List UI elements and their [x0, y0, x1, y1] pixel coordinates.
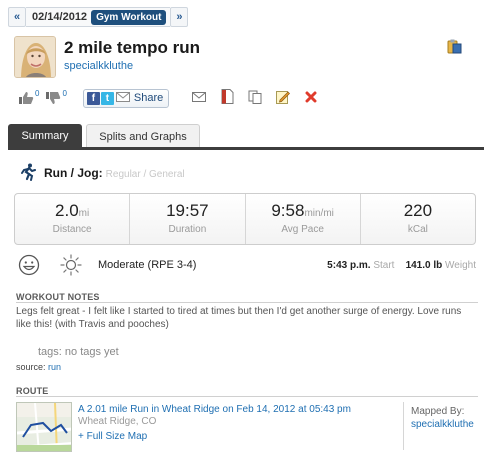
mail-icon [115, 91, 130, 105]
weight-label: Weight [445, 260, 476, 271]
share-button[interactable]: f t Share [82, 88, 170, 108]
share-label: Share [133, 92, 164, 104]
source-label: source: [16, 362, 46, 372]
thumbs-up-icon [18, 91, 34, 105]
mapped-by-label: Mapped By: [411, 406, 465, 417]
stats-panel: 2.0mi Distance 19:57 Duration 9:58min/mi… [14, 193, 476, 245]
copy-button[interactable] [247, 90, 263, 106]
route-link[interactable]: A 2.01 mile Run in Wheat Ridge on Feb 14… [78, 404, 351, 415]
stat-label: Duration [168, 224, 207, 235]
dislike-button[interactable]: 0 [45, 89, 67, 105]
workout-notes-text: Legs felt great - I felt like I started … [16, 306, 462, 330]
weight-value: 141.0 lb [405, 260, 443, 271]
stat-value: 220 [403, 201, 433, 220]
like-count: 0 [35, 89, 40, 98]
workout-title: 2 mile tempo run [64, 38, 201, 57]
date-display: 02/14/2012 Gym Workout [26, 7, 171, 27]
workout-notes-heading: WORKOUT NOTES [16, 292, 100, 302]
username-link[interactable]: specialkkluthe [64, 60, 133, 72]
edit-button[interactable] [275, 90, 291, 106]
smiley-icon [18, 254, 40, 276]
runner-icon [20, 163, 36, 181]
stat-value: 9:58 [271, 201, 305, 220]
stat-unit: mi [78, 208, 90, 219]
stat-duration: 19:57 Duration [130, 194, 246, 244]
like-button[interactable]: 0 [18, 89, 40, 105]
edit-icon [276, 90, 291, 107]
stat-value: 19:57 [166, 201, 209, 220]
twitter-icon: t [100, 91, 114, 105]
tags-text: tags: no tags yet [38, 346, 119, 358]
tab-bar: Summary Splits and Graphs [8, 124, 200, 148]
full-size-map-link[interactable]: + Full Size Map [78, 431, 147, 442]
clipboard-icon[interactable] [446, 38, 462, 54]
stat-label: Avg Pace [281, 224, 324, 235]
avatar[interactable] [14, 36, 56, 78]
stat-value: 2.0 [55, 201, 79, 220]
tab-splits-and-graphs[interactable]: Splits and Graphs [86, 124, 200, 148]
activity-type: Run / Jog: Regular / General [44, 166, 185, 180]
print-icon [221, 89, 234, 107]
sun-icon [60, 254, 82, 276]
delete-icon [305, 91, 317, 106]
tab-summary[interactable]: Summary [8, 124, 82, 148]
stat-label: Distance [52, 224, 92, 235]
divider [403, 402, 404, 450]
next-day-button[interactable]: » [170, 7, 189, 27]
date-navigation: « 02/14/2012 Gym Workout » [8, 7, 189, 27]
thumbs-down-icon [45, 91, 61, 105]
intensity-level: Moderate (RPE 3-4) [98, 259, 197, 271]
activity-type-label: Run / Jog: [44, 166, 103, 180]
stat-avg-pace: 9:58min/mi Avg Pace [246, 194, 361, 244]
stat-label: kCal [407, 224, 428, 235]
facebook-icon: f [86, 91, 100, 105]
previous-day-button[interactable]: « [8, 7, 26, 27]
workout-category-badge[interactable]: Gym Workout [91, 9, 167, 25]
mail-icon [192, 91, 207, 105]
source-line: source: run [16, 362, 61, 372]
source-link[interactable]: run [48, 362, 61, 372]
stat-kcal: 220 kCal [361, 194, 475, 244]
start-label: Start [373, 260, 395, 271]
delete-button[interactable] [303, 90, 319, 106]
route-heading: ROUTE [16, 386, 49, 396]
mapped-by-user-link[interactable]: specialkkluthe [411, 419, 474, 430]
tab-underline [8, 147, 484, 150]
route-location: Wheat Ridge, CO [78, 416, 157, 427]
email-button[interactable] [191, 90, 207, 106]
dislike-count: 0 [62, 89, 67, 98]
stat-distance: 2.0mi Distance [15, 194, 131, 244]
divider [16, 396, 478, 397]
activity-subtype: Regular / General [105, 169, 185, 180]
start-time: 5:43 p.m. [327, 260, 371, 271]
action-bar: 0 0 f t Share [18, 88, 319, 108]
copy-icon [248, 90, 262, 107]
start-and-weight: 5:43 p.m. Start 141.0 lb Weight [327, 260, 476, 271]
route-map-thumbnail[interactable] [16, 402, 72, 452]
print-button[interactable] [219, 89, 235, 107]
workout-date: 02/14/2012 [32, 11, 88, 23]
stat-unit: min/mi [304, 208, 334, 219]
divider [16, 302, 478, 303]
